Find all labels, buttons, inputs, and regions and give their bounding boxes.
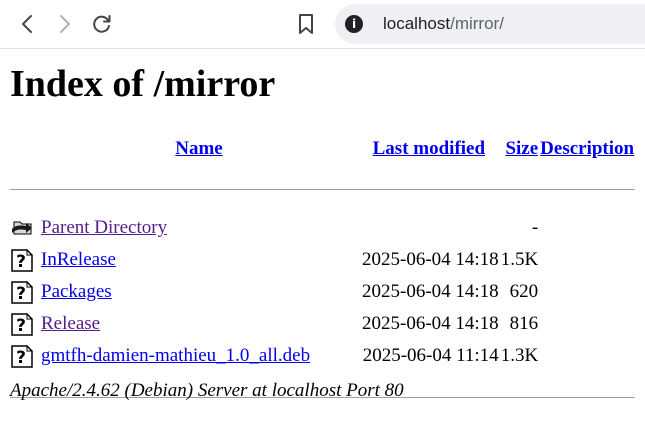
unknown-file-icon: ? — [11, 281, 33, 304]
file-link-packages[interactable]: Packages — [41, 281, 112, 302]
divider — [10, 188, 636, 190]
bookmark-button[interactable] — [290, 8, 322, 40]
parent-directory-link[interactable]: Parent Directory — [41, 217, 167, 238]
description-cell — [539, 276, 635, 308]
modified-cell: 2025-06-04 14:18 — [362, 249, 499, 270]
reload-icon — [93, 15, 111, 33]
back-folder-icon — [12, 221, 32, 235]
size-header: Size — [500, 130, 539, 168]
file-link-release[interactable]: Release — [41, 313, 100, 334]
svg-text:?: ? — [16, 252, 26, 272]
back-icon — [22, 15, 32, 33]
back-button[interactable] — [12, 8, 44, 40]
table-row: ? InRelease 2025-06-04 14:18 1.5K — [10, 244, 635, 276]
directory-listing-table: Name Last modified Size Description Pare… — [10, 130, 636, 408]
modified-cell: 2025-06-04 14:18 — [362, 313, 499, 334]
file-link-inrelease[interactable]: InRelease — [41, 249, 116, 270]
sort-by-modified-link[interactable]: Last modified — [373, 138, 485, 159]
name-header: Name — [40, 130, 358, 168]
forward-button[interactable] — [48, 8, 80, 40]
size-cell: 1.5K — [500, 249, 539, 270]
header-row: Name Last modified Size Description — [10, 130, 635, 168]
url-path: /mirror/ — [450, 14, 504, 33]
svg-text:?: ? — [16, 284, 26, 304]
size-cell: - — [531, 217, 539, 238]
svg-text:?: ? — [16, 348, 26, 368]
sort-by-size-link[interactable]: Size — [505, 138, 538, 159]
table-row: Parent Directory - — [10, 212, 635, 244]
modified-cell — [358, 212, 500, 244]
sort-by-name-link[interactable]: Name — [175, 138, 222, 159]
forward-icon — [60, 15, 70, 33]
description-cell — [539, 340, 635, 372]
table-row: ? Release 2025-06-04 14:18 816 — [10, 308, 635, 340]
unknown-file-icon: ? — [11, 313, 33, 336]
bookmark-icon — [299, 14, 313, 34]
description-cell — [539, 308, 635, 340]
url-host: localhost — [383, 14, 451, 33]
table-row: ? gmtfh-damien-mathieu_1.0_all.deb 2025-… — [10, 340, 635, 372]
description-cell — [539, 212, 635, 244]
page-title: Index of /mirror — [10, 63, 276, 105]
browser-toolbar: i localhost/mirror/ — [0, 0, 645, 49]
description-header: Description — [539, 130, 635, 168]
table-row: ? Packages 2025-06-04 14:18 620 — [10, 276, 635, 308]
url-text[interactable]: localhost/mirror/ — [383, 13, 504, 35]
size-cell: 620 — [509, 281, 539, 302]
info-icon[interactable]: i — [345, 15, 363, 33]
sort-by-description-link[interactable]: Description — [540, 138, 634, 159]
svg-text:?: ? — [16, 316, 26, 336]
separator-row — [10, 168, 636, 200]
unknown-file-icon: ? — [11, 249, 33, 272]
icon-header — [10, 130, 40, 168]
modified-cell: 2025-06-04 11:14 — [362, 345, 499, 366]
server-signature: Apache/2.4.62 (Debian) Server at localho… — [10, 380, 404, 401]
address-bar[interactable]: i localhost/mirror/ — [335, 4, 645, 44]
file-link-deb[interactable]: gmtfh-damien-mathieu_1.0_all.deb — [41, 345, 310, 366]
size-cell: 816 — [509, 313, 539, 334]
description-cell — [539, 244, 635, 276]
unknown-file-icon: ? — [11, 345, 33, 368]
reload-button[interactable] — [86, 8, 118, 40]
size-cell: 1.3K — [500, 345, 539, 366]
modified-header: Last modified — [358, 130, 500, 168]
modified-cell: 2025-06-04 14:18 — [362, 281, 499, 302]
